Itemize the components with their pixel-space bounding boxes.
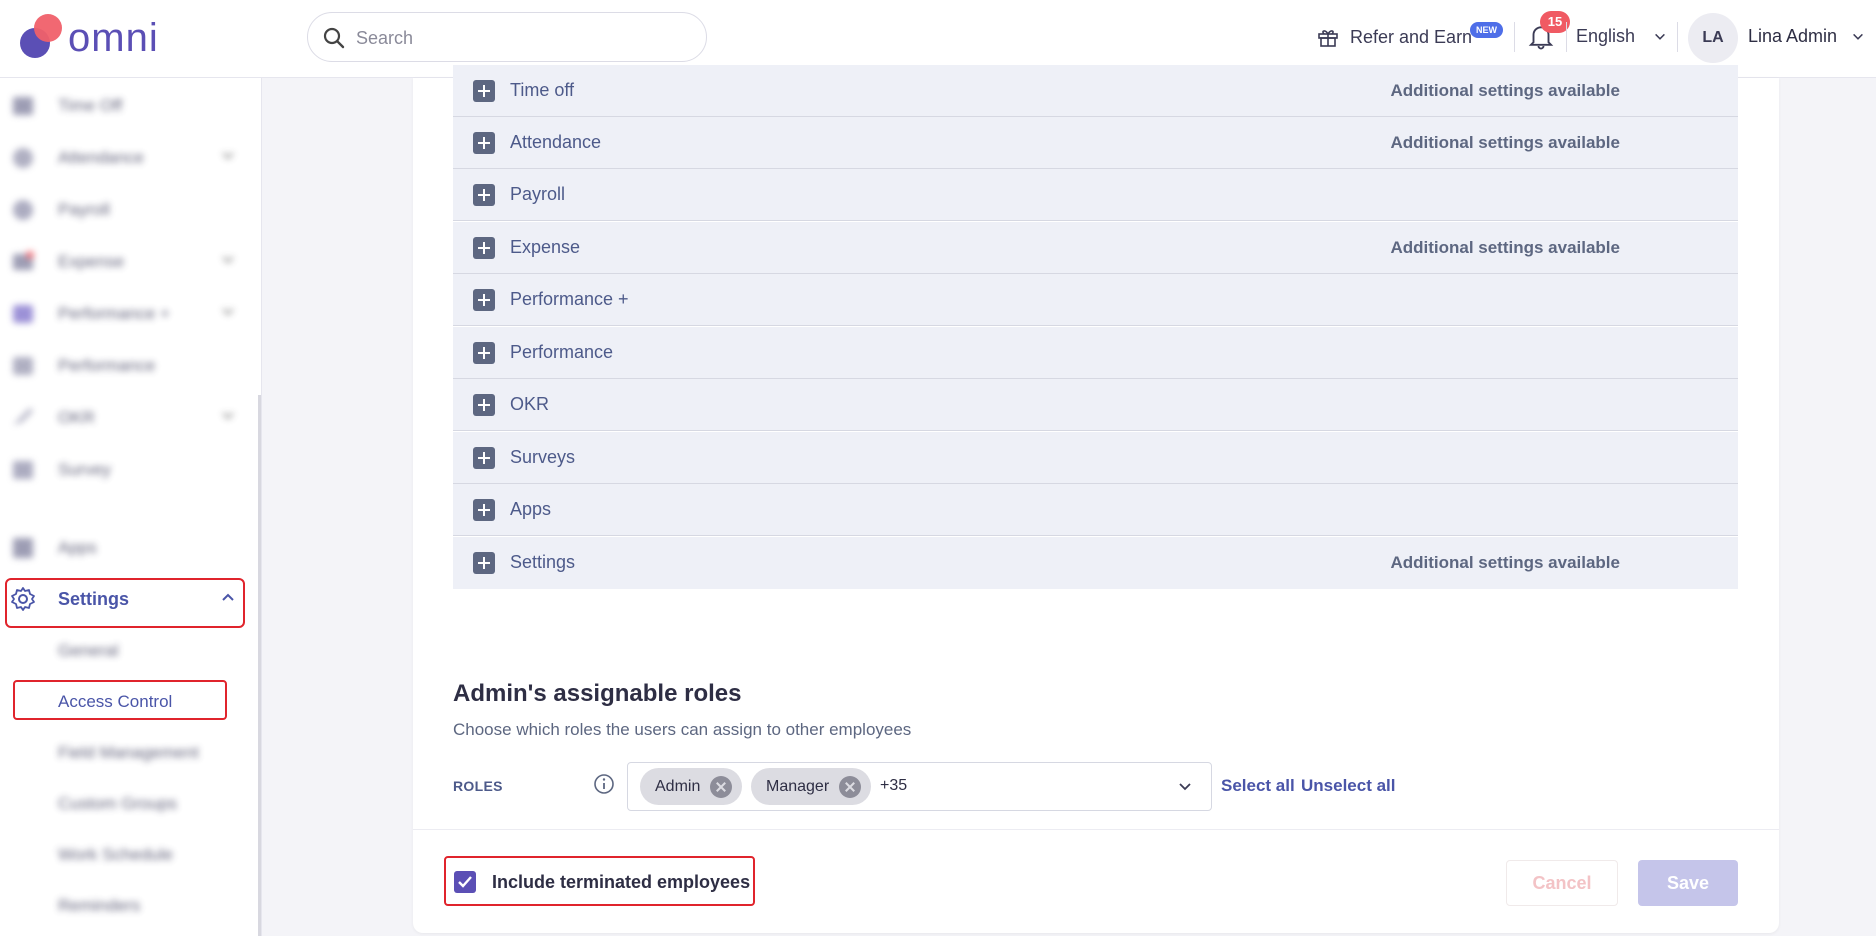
language-selector[interactable]: English [1576,26,1667,47]
survey-icon [13,461,33,479]
attendance-icon [13,148,33,168]
remove-chip-icon[interactable] [710,775,733,798]
sidebar-item-survey[interactable]: Survey [10,452,246,488]
permission-row-surveys[interactable]: Surveys [453,432,1738,484]
chevron-down-icon [222,308,234,316]
save-button[interactable]: Save [1638,860,1738,906]
unselect-all-link[interactable]: Unselect all [1301,776,1396,796]
highlight-settings [5,578,245,628]
refer-label: Refer and Earn [1350,26,1473,47]
expense-icon [13,251,34,270]
roles-label: ROLES [453,778,503,794]
sidebar-sub-work-schedule[interactable]: Work Schedule [58,845,173,865]
expand-plus-icon[interactable] [473,342,495,364]
footer-divider [413,829,1779,830]
cancel-button[interactable]: Cancel [1506,860,1618,906]
chevron-down-icon [222,152,234,160]
sidebar: Time Off Attendance Payroll Expense Perf… [0,78,262,936]
info-icon[interactable] [593,773,615,795]
performance-icon [13,357,33,375]
user-menu[interactable]: Lina Admin [1748,26,1865,47]
sidebar-item-apps[interactable]: Apps [10,530,246,566]
expand-plus-icon[interactable] [473,80,495,102]
permission-row-performance[interactable]: Performance [453,327,1738,379]
checkmark-icon [458,876,472,888]
sidebar-sub-reminders[interactable]: Reminders [58,896,140,916]
sidebar-item-performance[interactable]: Performance [10,348,246,384]
sidebar-item-time-off[interactable]: Time Off [10,88,246,124]
role-chip-admin: Admin [640,768,743,805]
search-bar[interactable] [307,12,707,62]
search-input[interactable] [356,25,686,51]
highlight-access-control [13,680,227,720]
sidebar-item-expense[interactable]: Expense [10,244,246,280]
permission-row-settings[interactable]: Settings Additional settings available [453,537,1738,589]
sidebar-sub-general[interactable]: General [58,641,118,661]
role-chip-manager: Manager [751,768,872,805]
sidebar-item-attendance[interactable]: Attendance [10,140,246,176]
roles-multiselect[interactable]: Admin Manager +35 [627,762,1212,811]
permission-row-payroll[interactable]: Payroll [453,169,1738,221]
expand-plus-icon[interactable] [473,447,495,469]
chevron-down-icon [222,256,234,264]
refer-and-earn-link[interactable]: Refer and Earn [1316,22,1472,52]
sidebar-sub-custom-groups[interactable]: Custom Groups [58,794,177,814]
permission-row-okr[interactable]: OKR [453,379,1738,431]
more-roles-count: +35 [880,777,908,794]
expand-plus-icon[interactable] [473,289,495,311]
include-terminated-label[interactable]: Include terminated employees [492,872,750,893]
sidebar-scrollbar[interactable] [258,395,261,936]
omni-logo[interactable]: omni [18,14,168,60]
language-label: English [1576,26,1636,46]
search-icon [323,27,345,49]
logo-wordmark: omni [68,16,159,60]
payroll-icon [13,200,33,220]
apps-icon [13,538,33,558]
select-all-link[interactable]: Select all [1221,776,1295,796]
sidebar-item-okr[interactable]: OKR [10,400,246,436]
expand-plus-icon[interactable] [473,394,495,416]
chevron-down-icon [222,412,234,420]
expand-plus-icon[interactable] [473,132,495,154]
sidebar-sub-field-management[interactable]: Field Management [58,743,199,763]
include-terminated-checkbox[interactable] [454,871,476,893]
remove-chip-icon[interactable] [839,775,862,798]
chevron-down-icon [1655,33,1665,40]
permission-row-expense[interactable]: Expense Additional settings available [453,222,1738,274]
new-badge: NEW [1470,22,1503,38]
gift-icon [1318,30,1338,47]
header-divider [1677,22,1678,52]
header-divider [1514,22,1515,52]
header-divider [1566,22,1567,52]
chevron-down-icon [1853,33,1863,40]
permission-row-time-off[interactable]: Time off Additional settings available [453,65,1738,117]
chevron-down-icon[interactable] [1177,779,1193,795]
permission-row-apps[interactable]: Apps [453,484,1738,536]
assignable-roles-title: Admin's assignable roles [453,680,742,707]
expand-plus-icon[interactable] [473,552,495,574]
user-name: Lina Admin [1748,26,1838,46]
assignable-roles-description: Choose which roles the users can assign … [453,720,912,739]
sidebar-item-payroll[interactable]: Payroll [10,192,246,228]
user-avatar[interactable]: LA [1688,13,1738,63]
permission-row-attendance[interactable]: Attendance Additional settings available [453,117,1738,169]
permission-row-performance-plus[interactable]: Performance + [453,274,1738,326]
sidebar-item-performance-plus[interactable]: Performance + [10,296,246,332]
expand-plus-icon[interactable] [473,499,495,521]
time-off-icon [13,97,33,115]
performance-plus-icon [13,305,33,323]
okr-icon [13,408,33,425]
expand-plus-icon[interactable] [473,237,495,259]
expand-plus-icon[interactable] [473,184,495,206]
